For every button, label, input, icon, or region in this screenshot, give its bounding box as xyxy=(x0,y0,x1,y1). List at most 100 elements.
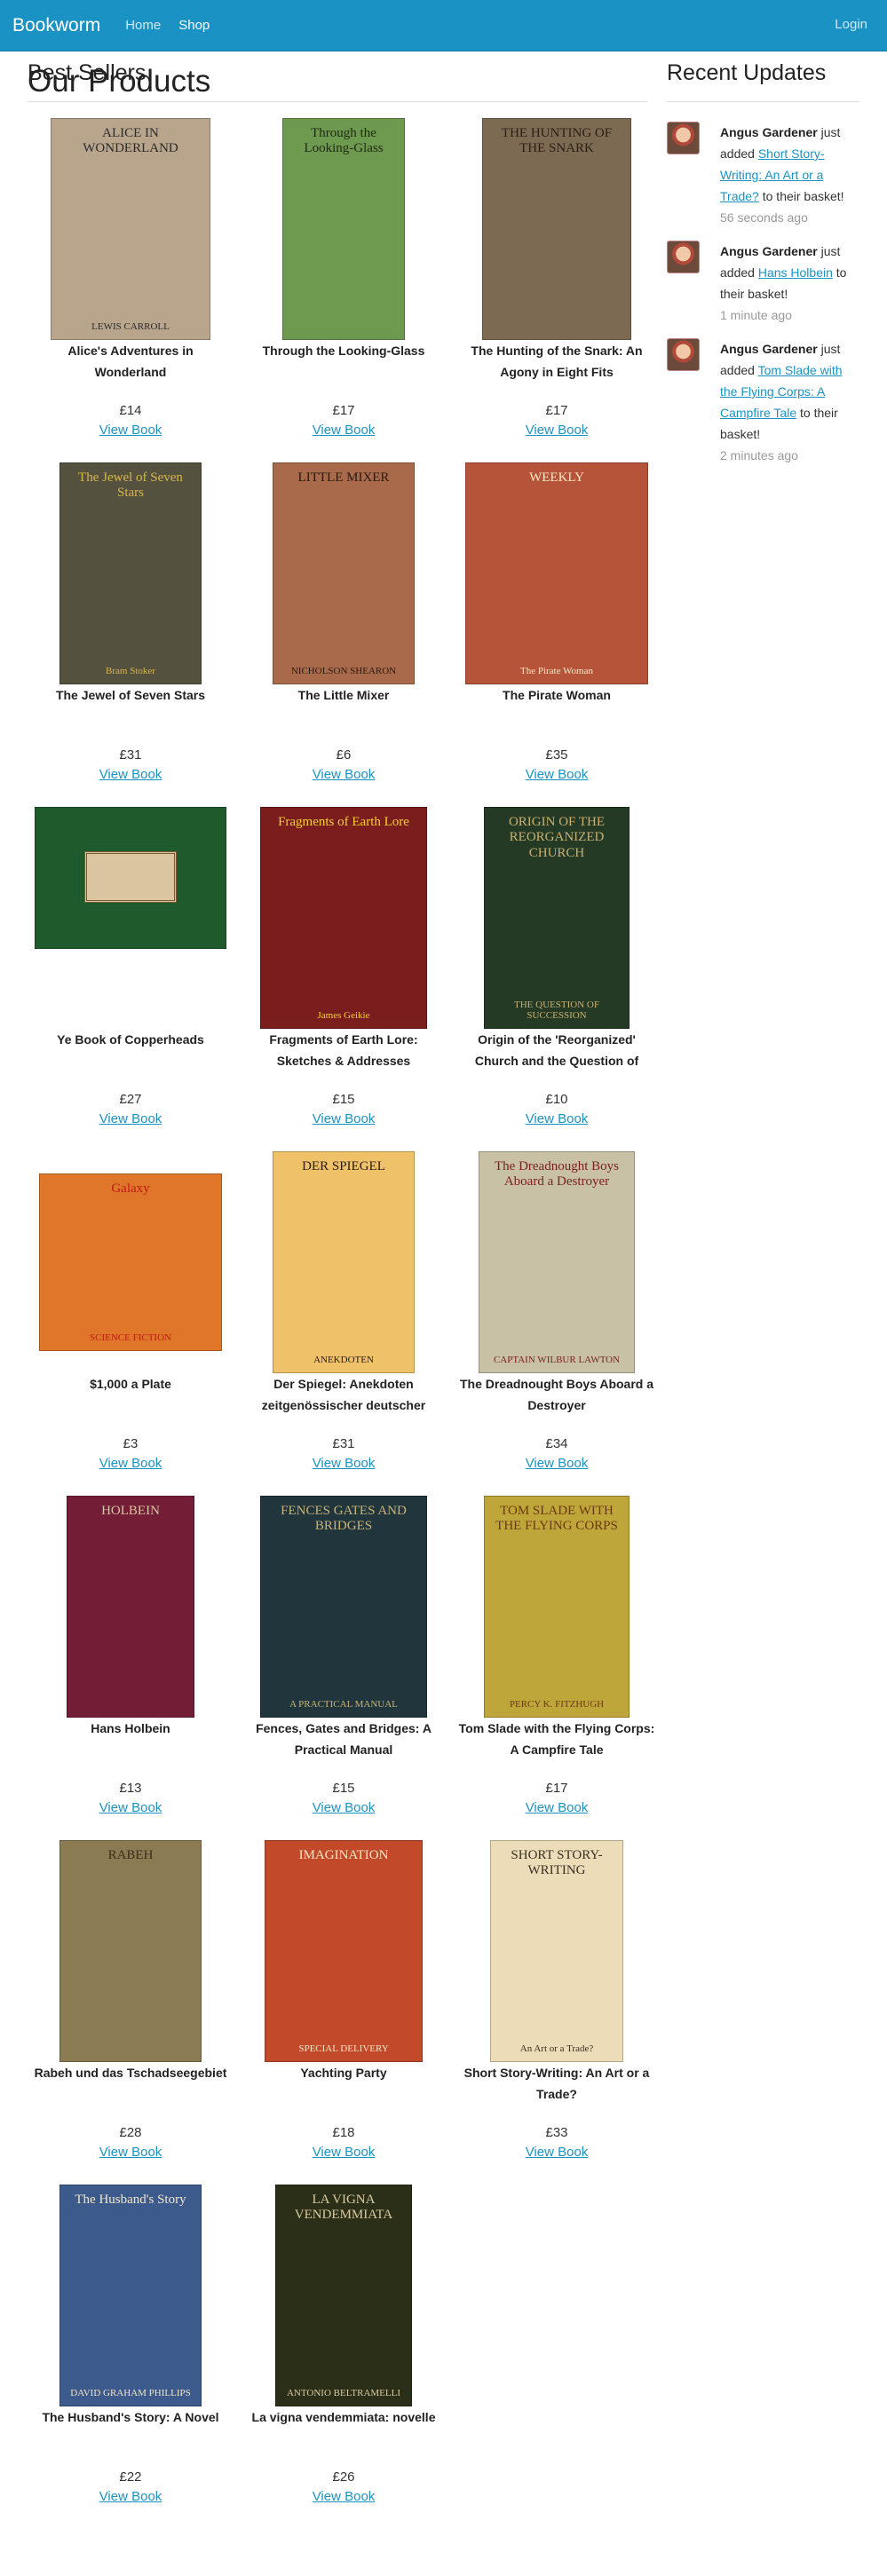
book-price: £31 xyxy=(119,747,142,763)
book-price: £18 xyxy=(332,2125,355,2140)
book-title: Through the Looking-Glass xyxy=(262,344,425,358)
brand-logo[interactable]: Bookworm xyxy=(12,15,100,36)
user-name: Angus Gardener xyxy=(720,125,818,139)
book-cover-box: The Husband's Story DAVID GRAHAM PHILLIPS xyxy=(28,2185,234,2406)
book-cover-image[interactable]: ORIGIN OF THE REORGANIZED CHURCH THE QUES… xyxy=(484,807,630,1029)
book-card: Galaxy SCIENCE FICTION $1,000 a Plate £3 Vie… xyxy=(28,1151,234,1473)
book-cover-box: IMAGINATION SPECIAL DELIVERY xyxy=(241,1840,447,2062)
book-cover-box: LITTLE MIXER NICHOLSON SHEARON xyxy=(241,462,447,684)
book-price: £17 xyxy=(545,403,568,418)
book-cover-image[interactable]: SHORT STORY-WRITING An Art or a Trade? xyxy=(490,1840,623,2062)
book-cover-box: Galaxy SCIENCE FICTION xyxy=(28,1151,234,1373)
book-cover-image[interactable]: DER SPIEGEL ANEKDOTEN xyxy=(273,1151,415,1373)
book-card: SHORT STORY-WRITING An Art or a Trade? Sho… xyxy=(454,1840,660,2161)
update-book-link[interactable]: Tom Slade with the Flying Corps: A Campf… xyxy=(720,363,843,420)
view-book-link[interactable]: View Book xyxy=(313,421,376,439)
view-book-link[interactable]: View Book xyxy=(99,1454,162,1473)
cover-title-text: LA VIGNA VENDEMMIATA xyxy=(294,2193,393,2223)
divider xyxy=(667,101,859,102)
cover-title-text: Galaxy xyxy=(111,1181,150,1196)
book-card: IMAGINATION SPECIAL DELIVERY Yachting Part… xyxy=(241,1840,447,2161)
view-book-link[interactable]: View Book xyxy=(99,2143,162,2161)
book-price: £13 xyxy=(119,1781,142,1796)
book-cover-image[interactable]: ALICE IN WONDERLAND LEWIS CARROLL xyxy=(51,118,210,340)
view-book-link[interactable]: View Book xyxy=(99,1798,162,1817)
login-link[interactable]: Login xyxy=(835,17,867,32)
book-cover-image[interactable]: Fragments of Earth Lore James Geikie xyxy=(260,807,427,1029)
book-cover-image[interactable]: RABEH xyxy=(59,1840,202,2062)
cover-title-text: TOM SLADE WITH THE FLYING CORPS xyxy=(495,1504,618,1534)
book-price: £14 xyxy=(119,403,142,418)
view-book-link[interactable]: View Book xyxy=(313,1110,376,1128)
view-book-link[interactable]: View Book xyxy=(526,421,589,439)
view-book-link[interactable]: View Book xyxy=(526,2143,589,2161)
book-price: £35 xyxy=(545,747,568,763)
book-cover-image[interactable]: Through the Looking-Glass xyxy=(282,118,405,340)
view-book-link[interactable]: View Book xyxy=(99,765,162,784)
book-card: ORIGIN OF THE REORGANIZED CHURCH THE QUES… xyxy=(454,807,660,1128)
book-card: FENCES GATES AND BRIDGES A PRACTICAL MANU… xyxy=(241,1496,447,1817)
view-book-link[interactable]: View Book xyxy=(313,2143,376,2161)
update-book-link[interactable]: Short Story-Writing: An Art or a Trade? xyxy=(720,146,825,203)
nav-home-link[interactable]: Home xyxy=(125,18,161,33)
book-cover-image[interactable]: LITTLE MIXER NICHOLSON SHEARON xyxy=(273,462,415,684)
book-cover-image[interactable]: LA VIGNA VENDEMMIATA ANTONIO BELTRAMELLI xyxy=(275,2185,412,2406)
update-text: Angus Gardener just added Tom Slade with… xyxy=(720,342,843,441)
update-book-link[interactable]: Hans Holbein xyxy=(758,265,833,280)
best-sellers-title: Best Sellers xyxy=(28,60,147,85)
book-cover-box xyxy=(28,807,234,1029)
book-cover-box: RABEH xyxy=(28,1840,234,2062)
book-grid: ALICE IN WONDERLAND LEWIS CARROLL Alice's … xyxy=(28,118,654,2541)
cover-title-text: SHORT STORY-WRITING xyxy=(511,1848,603,1878)
book-title: The Little Mixer xyxy=(297,688,390,702)
navbar: Bookworm Home Shop Login xyxy=(0,0,887,51)
view-book-link[interactable]: View Book xyxy=(313,765,376,784)
user-avatar xyxy=(667,122,700,154)
cover-title-text: THE HUNTING OF THE SNARK xyxy=(501,126,613,156)
book-card: RABEH Rabeh und das Tschadseegebiet £28 Vie… xyxy=(28,1840,234,2161)
book-cover-image[interactable]: FENCES GATES AND BRIDGES A PRACTICAL MANU… xyxy=(260,1496,427,1718)
nav-shop-link[interactable]: Shop xyxy=(178,18,210,33)
book-cover-image[interactable] xyxy=(35,807,226,949)
cover-author-text: SPECIAL DELIVERY xyxy=(298,2043,389,2054)
book-cover-box: ORIGIN OF THE REORGANIZED CHURCH THE QUES… xyxy=(454,807,660,1029)
cover-author-text: SCIENCE FICTION xyxy=(90,1332,171,1343)
book-cover-box: FENCES GATES AND BRIDGES A PRACTICAL MANU… xyxy=(241,1496,447,1718)
cover-author-text: The Pirate Woman xyxy=(519,666,593,676)
view-book-link[interactable]: View Book xyxy=(313,2487,376,2506)
book-price: £17 xyxy=(545,1781,568,1796)
view-book-link[interactable]: View Book xyxy=(99,2487,162,2506)
book-price: £17 xyxy=(332,403,355,418)
cover-title-text: The Husband's Story xyxy=(75,2193,186,2207)
view-book-link[interactable]: View Book xyxy=(526,1110,589,1128)
book-cover-image[interactable]: The Jewel of Seven Stars Bram Stoker xyxy=(59,462,202,684)
view-book-link[interactable]: View Book xyxy=(526,765,589,784)
view-book-link[interactable]: View Book xyxy=(99,421,162,439)
divider xyxy=(28,101,647,102)
book-cover-image[interactable]: The Husband's Story DAVID GRAHAM PHILLIPS xyxy=(59,2185,202,2406)
view-book-link[interactable]: View Book xyxy=(313,1798,376,1817)
book-cover-image[interactable]: The Dreadnought Boys Aboard a Destroyer C… xyxy=(479,1151,635,1373)
book-card: Ye Book of Copperheads £27 View Book xyxy=(28,807,234,1128)
book-cover-box: HOLBEIN xyxy=(28,1496,234,1718)
book-cover-image[interactable]: IMAGINATION SPECIAL DELIVERY xyxy=(265,1840,423,2062)
view-book-link[interactable]: View Book xyxy=(526,1798,589,1817)
book-title: The Jewel of Seven Stars xyxy=(55,688,206,702)
view-book-link[interactable]: View Book xyxy=(313,1454,376,1473)
book-cover-image[interactable]: WEEKLY The Pirate Woman xyxy=(465,462,648,684)
book-cover-image[interactable]: Galaxy SCIENCE FICTION xyxy=(39,1173,222,1351)
book-cover-image[interactable]: THE HUNTING OF THE SNARK xyxy=(482,118,631,340)
cover-title-text: FENCES GATES AND BRIDGES xyxy=(281,1504,407,1534)
book-card: The Husband's Story DAVID GRAHAM PHILLIPS… xyxy=(28,2185,234,2506)
user-avatar xyxy=(667,241,700,273)
view-book-link[interactable]: View Book xyxy=(526,1454,589,1473)
book-cover-image[interactable]: HOLBEIN xyxy=(67,1496,194,1718)
book-cover-image[interactable]: TOM SLADE WITH THE FLYING CORPS PERCY K. … xyxy=(484,1496,630,1718)
cover-title-text: ALICE IN WONDERLAND xyxy=(83,126,178,156)
cover-author-text: DAVID GRAHAM PHILLIPS xyxy=(70,2388,191,2398)
book-title: Ye Book of Copperheads xyxy=(57,1032,204,1047)
view-book-link[interactable]: View Book xyxy=(99,1110,162,1128)
cover-ornament xyxy=(84,851,177,903)
best-sellers-section: Best Sellers ALICE IN WONDERLAND LEWIS CA… xyxy=(28,55,654,2541)
cover-title-text: RABEH xyxy=(107,1848,154,1862)
